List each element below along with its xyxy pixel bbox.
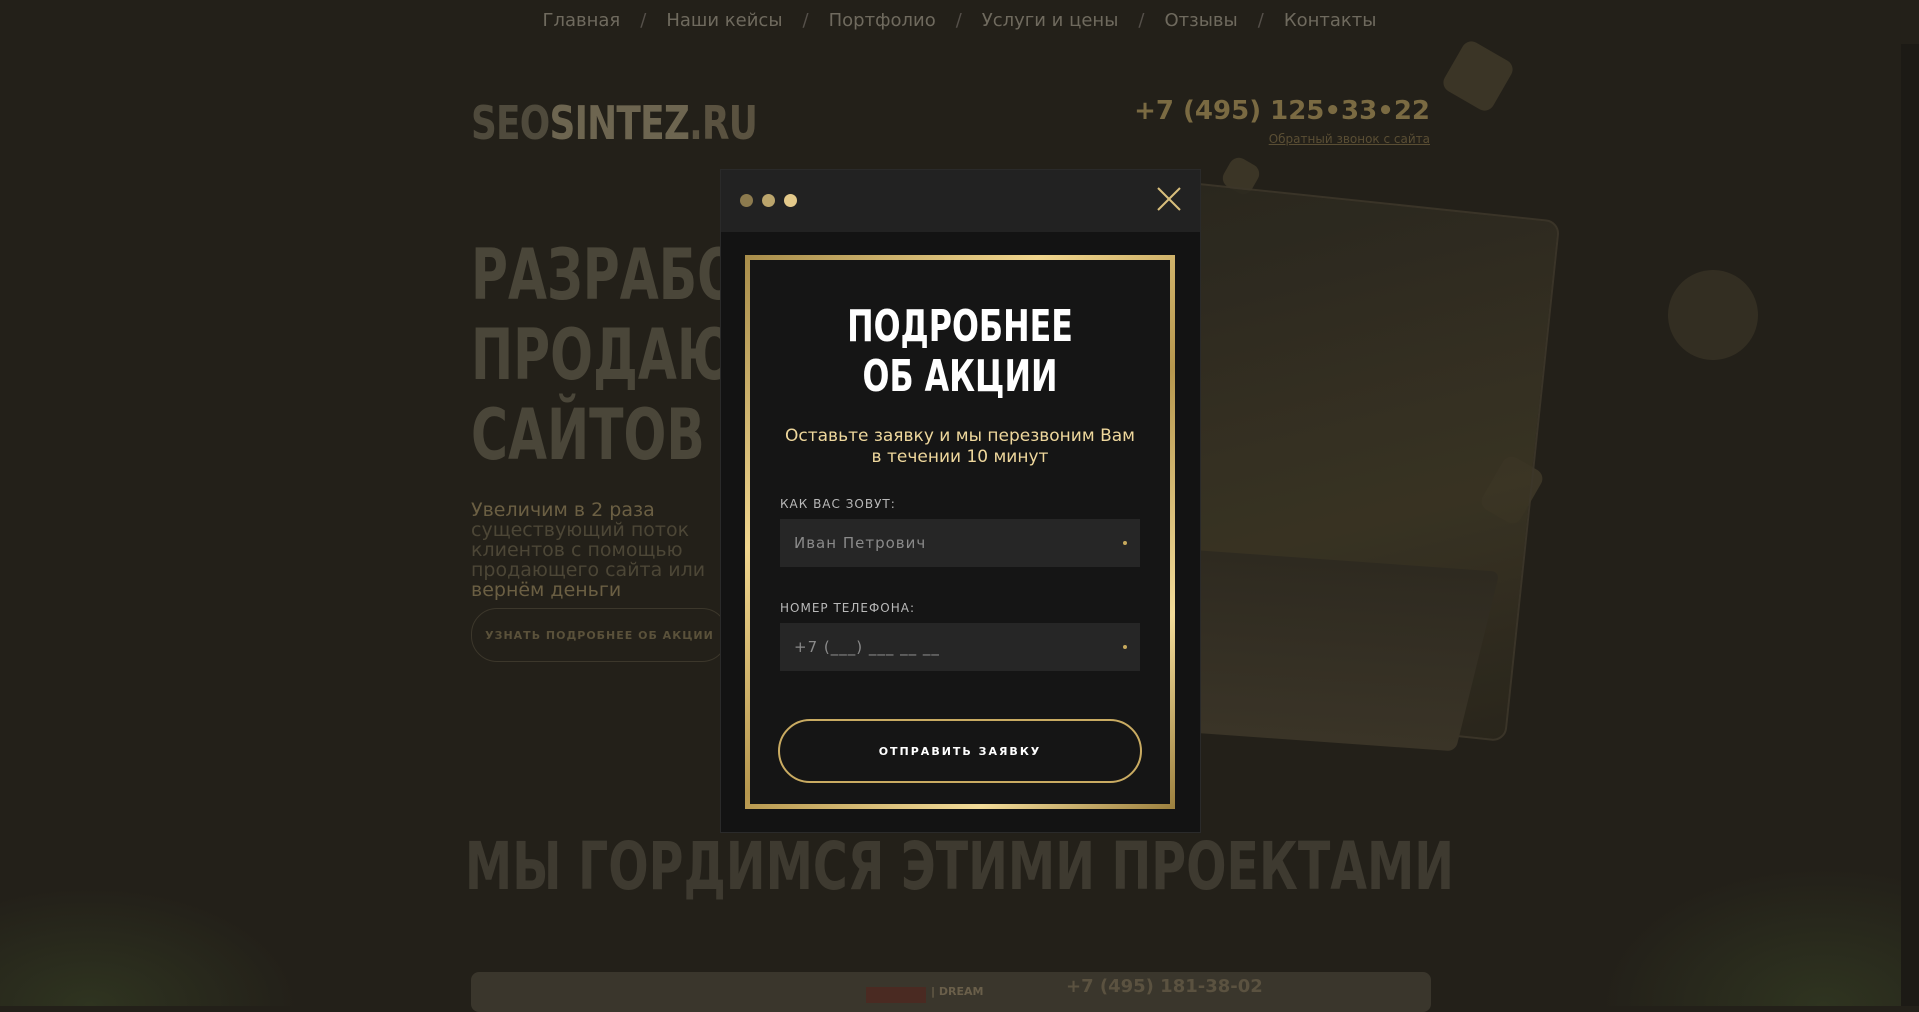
modal-subtitle-line: в течении 10 минут (871, 447, 1049, 467)
nav-separator: / (640, 10, 647, 31)
nav-separator: / (1257, 10, 1264, 31)
name-label: КАК ВАС ЗОВУТ: (780, 497, 896, 511)
decor-gem-icon (1439, 37, 1517, 115)
nav-separator: / (1138, 10, 1145, 31)
name-field[interactable] (780, 519, 1140, 567)
phone-label: НОМЕР ТЕЛЕФОНА: (780, 601, 916, 615)
nav-item-cases[interactable]: Наши кейсы (666, 10, 782, 31)
hero-text-highlight: Увеличим в 2 раза (471, 499, 655, 521)
nav-separator: / (802, 10, 809, 31)
header-phone[interactable]: +7 (495) 125•33•22 (1134, 96, 1430, 126)
submit-button[interactable]: ОТПРАВИТЬ ЗАЯВКУ (778, 719, 1142, 783)
modal-title-line: ПОДРОБНЕЕ (847, 301, 1073, 352)
promo-modal: ПОДРОБНЕЕ ОБ АКЦИИ Оставьте заявку и мы … (721, 170, 1200, 832)
project-brand-label: | DREAM (931, 985, 984, 998)
nav-item-contacts[interactable]: Контакты (1284, 10, 1377, 31)
scrollbar[interactable] (1901, 44, 1919, 1006)
project-card[interactable]: | DREAM +7 (495) 181-38-02 (471, 972, 1431, 1012)
nav-item-home[interactable]: Главная (543, 10, 621, 31)
decor-gem-icon (1651, 253, 1775, 377)
name-input[interactable] (780, 519, 1140, 567)
learn-more-button[interactable]: УЗНАТЬ ПОДРОБНЕЕ ОБ АКЦИИ (471, 608, 728, 662)
decor-foliage (1599, 866, 1919, 1006)
logo-part-seo: SEO (471, 96, 550, 150)
modal-title: ПОДРОБНЕЕ ОБ АКЦИИ (809, 302, 1111, 402)
modal-title-line: ОБ АКЦИИ (862, 351, 1058, 402)
window-dot-icon (762, 194, 775, 207)
site-logo[interactable]: SEOSINTEZ.RU (471, 96, 758, 150)
hero-text: Увеличим в 2 раза существующий поток кли… (471, 500, 731, 600)
callback-link[interactable]: Обратный звонок с сайта (1269, 132, 1430, 146)
nav-item-services[interactable]: Услуги и цены (982, 10, 1119, 31)
phone-field[interactable] (780, 623, 1140, 671)
required-dot-icon (1123, 541, 1127, 545)
top-navigation: Главная / Наши кейсы / Портфолио / Услуги и це… (0, 10, 1919, 31)
logo-part-ru: .RU (689, 96, 758, 150)
project-logo-image (866, 987, 926, 1003)
hero-text-body: существующий поток клиентов с помощью пр… (471, 519, 706, 581)
nav-item-portfolio[interactable]: Портфолио (829, 10, 936, 31)
projects-title: МЫ ГОРДИМСЯ ЭТИМИ ПРОЕКТАМИ (464, 828, 1455, 905)
form-panel: ПОДРОБНЕЕ ОБ АКЦИИ Оставьте заявку и мы … (750, 260, 1170, 804)
required-dot-icon (1123, 645, 1127, 649)
nav-item-reviews[interactable]: Отзывы (1165, 10, 1238, 31)
project-card-phone: +7 (495) 181-38-02 (1066, 976, 1263, 997)
modal-subtitle-line: Оставьте заявку и мы перезвоним Вам (785, 426, 1135, 446)
logo-part-sintez: SINTEZ (549, 96, 690, 150)
gold-frame: ПОДРОБНЕЕ ОБ АКЦИИ Оставьте заявку и мы … (745, 255, 1175, 809)
window-dot-icon (740, 194, 753, 207)
hero-text-highlight: вернём деньги (471, 579, 622, 601)
phone-input[interactable] (780, 623, 1140, 671)
decor-foliage (0, 886, 300, 1006)
modal-header (721, 170, 1200, 232)
window-dot-icon (784, 194, 797, 207)
modal-subtitle: Оставьте заявку и мы перезвоним Вам в те… (770, 426, 1150, 468)
close-icon[interactable] (1154, 184, 1184, 214)
nav-separator: / (955, 10, 962, 31)
